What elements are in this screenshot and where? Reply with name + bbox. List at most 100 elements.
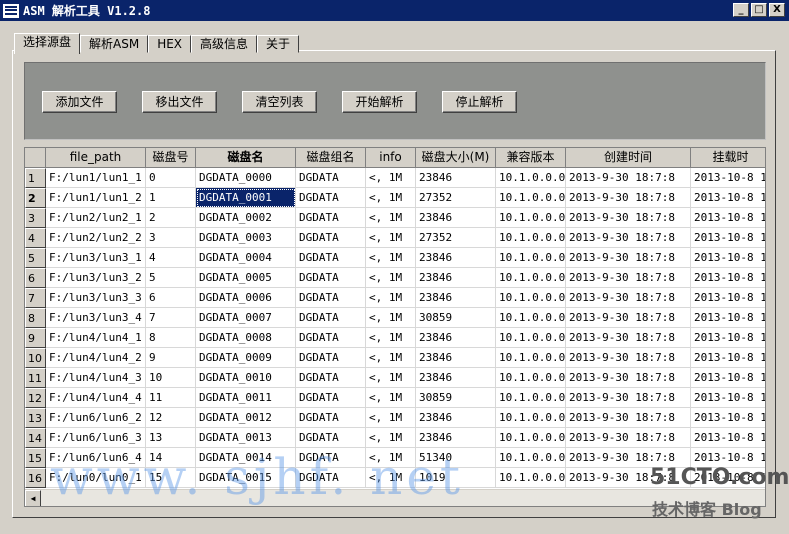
table-cell[interactable]: DGDATA bbox=[296, 168, 366, 188]
table-cell[interactable]: F:/lun3/lun3_3 bbox=[46, 288, 146, 308]
table-cell[interactable]: DGDATA bbox=[296, 348, 366, 368]
table-cell[interactable]: <, 1M bbox=[366, 268, 416, 288]
table-cell[interactable]: 30859 bbox=[416, 388, 496, 408]
table-cell[interactable]: 10.1.0.0.0 bbox=[496, 328, 566, 348]
table-cell[interactable]: DGDATA_0005 bbox=[196, 268, 296, 288]
table-cell[interactable]: 10.1.0.0.0 bbox=[496, 388, 566, 408]
table-cell[interactable]: 2013-10-8 11 bbox=[691, 268, 765, 288]
table-cell[interactable]: 13 bbox=[146, 428, 196, 448]
table-cell[interactable]: DGDATA bbox=[296, 208, 366, 228]
table-cell[interactable]: F:/lun1/lun1_2 bbox=[46, 188, 146, 208]
minimize-button[interactable]: _ bbox=[733, 3, 749, 17]
table-row[interactable]: 10 F:/lun4/lun4_2 9 DGDATA_0009 DGDATA <, 1M 2… bbox=[25, 348, 765, 368]
table-cell[interactable]: <, 1M bbox=[366, 388, 416, 408]
table-cell[interactable]: 2013-10-8 11 bbox=[691, 168, 765, 188]
table-row[interactable]: 12 F:/lun4/lun4_4 11 DGDATA_0011 DGDATA <, 1M… bbox=[25, 388, 765, 408]
table-cell[interactable]: 2013-9-30 18:7:8 bbox=[566, 268, 691, 288]
table-cell[interactable]: 2013-10-8 11 bbox=[691, 208, 765, 228]
table-cell[interactable]: 10.1.0.0.0 bbox=[496, 248, 566, 268]
table-cell[interactable]: F:/lun2/lun2_1 bbox=[46, 208, 146, 228]
table-cell[interactable]: 23846 bbox=[416, 168, 496, 188]
row-number[interactable]: 15 bbox=[25, 448, 46, 468]
corner-header[interactable] bbox=[25, 148, 46, 168]
table-cell[interactable]: 4 bbox=[146, 248, 196, 268]
table-cell[interactable]: 23846 bbox=[416, 428, 496, 448]
table-cell[interactable]: <, 1M bbox=[366, 308, 416, 328]
table-cell[interactable]: 10.1.0.0.0 bbox=[496, 188, 566, 208]
table-cell[interactable]: 10.1.0.0.0 bbox=[496, 368, 566, 388]
table-cell[interactable]: 10.1.0.0.0 bbox=[496, 448, 566, 468]
table-cell[interactable]: 23846 bbox=[416, 348, 496, 368]
table-cell[interactable]: 2013-9-30 18:7:8 bbox=[566, 348, 691, 368]
column-header[interactable]: info bbox=[366, 148, 416, 168]
table-cell[interactable]: F:/lun3/lun3_4 bbox=[46, 308, 146, 328]
table-cell[interactable]: 10 bbox=[146, 368, 196, 388]
table-row[interactable]: 9 F:/lun4/lun4_1 8 DGDATA_0008 DGDATA <, 1M 23… bbox=[25, 328, 765, 348]
table-row[interactable]: 5 F:/lun3/lun3_1 4 DGDATA_0004 DGDATA <, 1M 23… bbox=[25, 248, 765, 268]
table-cell[interactable]: <, 1M bbox=[366, 188, 416, 208]
table-row[interactable]: 7 F:/lun3/lun3_3 6 DGDATA_0006 DGDATA <, 1M 23… bbox=[25, 288, 765, 308]
table-cell[interactable]: 2013-10-8 11 bbox=[691, 328, 765, 348]
table-cell[interactable]: 11 bbox=[146, 388, 196, 408]
table-cell[interactable]: 27352 bbox=[416, 188, 496, 208]
table-cell[interactable]: 10.1.0.0.0 bbox=[496, 408, 566, 428]
table-cell[interactable]: F:/lun4/lun4_3 bbox=[46, 368, 146, 388]
column-header[interactable]: 磁盘名 bbox=[196, 148, 296, 168]
table-cell[interactable]: <, 1M bbox=[366, 248, 416, 268]
table-cell[interactable]: <, 1M bbox=[366, 168, 416, 188]
remove-file-button[interactable]: 移出文件 bbox=[142, 91, 217, 113]
table-cell[interactable]: 2013-9-30 18:7:8 bbox=[566, 228, 691, 248]
row-number[interactable]: 14 bbox=[25, 428, 46, 448]
table-cell[interactable]: 2013-9-30 18:7:8 bbox=[566, 308, 691, 328]
table-cell[interactable]: <, 1M bbox=[366, 368, 416, 388]
tab-parse-asm[interactable]: 解析ASM bbox=[80, 35, 149, 53]
table-cell[interactable]: F:/lun2/lun2_2 bbox=[46, 228, 146, 248]
table-cell[interactable]: 23846 bbox=[416, 368, 496, 388]
row-number[interactable]: 5 bbox=[25, 248, 46, 268]
table-cell[interactable]: 2013-9-30 18:7:8 bbox=[566, 168, 691, 188]
table-row[interactable]: 6 F:/lun3/lun3_2 5 DGDATA_0005 DGDATA <, 1M 23… bbox=[25, 268, 765, 288]
table-cell[interactable]: <, 1M bbox=[366, 328, 416, 348]
table-cell[interactable]: F:/lun4/lun4_2 bbox=[46, 348, 146, 368]
table-cell[interactable]: 8 bbox=[146, 328, 196, 348]
tab-about[interactable]: 关于 bbox=[257, 35, 300, 53]
close-button[interactable]: X bbox=[769, 3, 785, 17]
table-cell[interactable]: DGDATA_0004 bbox=[196, 248, 296, 268]
table-cell[interactable]: DGDATA_0003 bbox=[196, 228, 296, 248]
row-number[interactable]: 3 bbox=[25, 208, 46, 228]
table-cell[interactable]: DGDATA_0010 bbox=[196, 368, 296, 388]
table-row[interactable]: 2 F:/lun1/lun1_2 1 DGDATA_0001 DGDATA <, 1M 27… bbox=[25, 188, 765, 208]
table-cell[interactable]: DGDATA_0000 bbox=[196, 168, 296, 188]
table-row[interactable]: 4 F:/lun2/lun2_2 3 DGDATA_0003 DGDATA <, 1M 27… bbox=[25, 228, 765, 248]
maximize-button[interactable]: □ bbox=[751, 3, 767, 17]
table-cell[interactable]: 2013-10-8 11 bbox=[691, 348, 765, 368]
table-cell[interactable]: DGDATA bbox=[296, 248, 366, 268]
table-cell[interactable]: 7 bbox=[146, 308, 196, 328]
table-cell[interactable]: 10.1.0.0.0 bbox=[496, 308, 566, 328]
row-number[interactable]: 8 bbox=[25, 308, 46, 328]
column-header[interactable]: 创建时间 bbox=[566, 148, 691, 168]
table-cell[interactable]: 2013-9-30 18:7:8 bbox=[566, 408, 691, 428]
add-file-button[interactable]: 添加文件 bbox=[42, 91, 117, 113]
clear-list-button[interactable]: 清空列表 bbox=[242, 91, 317, 113]
table-cell[interactable]: 2013-10-8 11 bbox=[691, 408, 765, 428]
table-cell[interactable]: DGDATA bbox=[296, 188, 366, 208]
table-cell[interactable]: 2013-9-30 18:7:8 bbox=[566, 188, 691, 208]
table-cell[interactable]: 2013-9-30 18:7:8 bbox=[566, 428, 691, 448]
table-cell[interactable]: 23846 bbox=[416, 268, 496, 288]
table-cell[interactable]: F:/lun3/lun3_1 bbox=[46, 248, 146, 268]
table-cell[interactable]: DGDATA_0011 bbox=[196, 388, 296, 408]
table-cell[interactable]: 10.1.0.0.0 bbox=[496, 228, 566, 248]
column-header[interactable]: 磁盘号 bbox=[146, 148, 196, 168]
table-cell[interactable]: 2013-9-30 18:7:8 bbox=[566, 368, 691, 388]
table-cell[interactable]: <, 1M bbox=[366, 408, 416, 428]
table-cell[interactable]: 1 bbox=[146, 188, 196, 208]
table-cell[interactable]: 2013-10-8 11 bbox=[691, 188, 765, 208]
table-cell[interactable]: 2013-10-8 11 bbox=[691, 248, 765, 268]
table-cell[interactable]: 30859 bbox=[416, 308, 496, 328]
row-number[interactable]: 9 bbox=[25, 328, 46, 348]
table-cell[interactable]: 2 bbox=[146, 208, 196, 228]
table-cell[interactable]: 9 bbox=[146, 348, 196, 368]
table-cell[interactable]: 10.1.0.0.0 bbox=[496, 268, 566, 288]
table-cell[interactable]: DGDATA bbox=[296, 368, 366, 388]
